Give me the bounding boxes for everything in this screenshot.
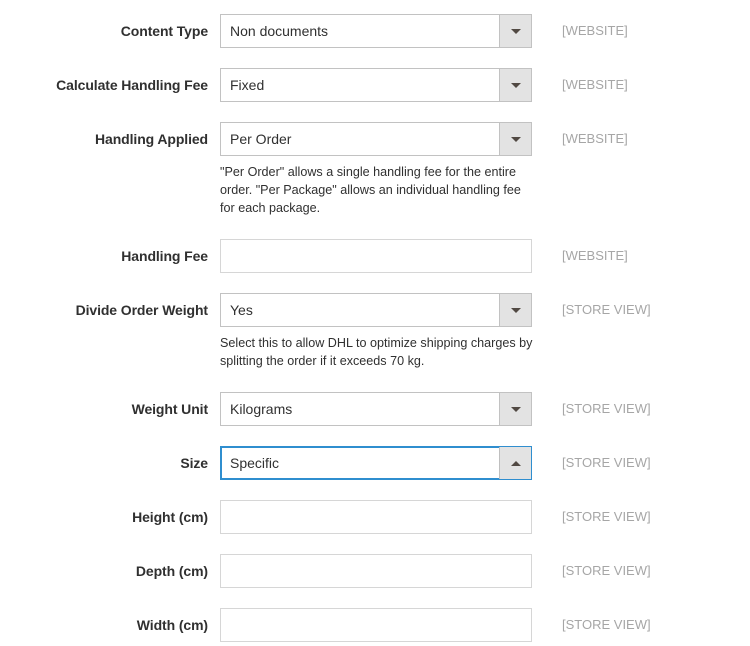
row-spacer [0, 102, 750, 122]
caret-up-glyph [511, 461, 521, 466]
field-label-size: Size [0, 446, 220, 480]
select-size[interactable]: Specific [220, 446, 532, 480]
select-weight-unit[interactable]: Kilograms [220, 392, 532, 426]
field-control-size: Specific [220, 446, 532, 480]
field-row-divide-order-weight: Divide Order WeightYesSelect this to all… [0, 293, 750, 370]
select-divide-order-weight[interactable]: Yes [220, 293, 532, 327]
select-value-weight-unit: Kilograms [221, 393, 499, 425]
field-row-size: SizeSpecific [STORE VIEW] [0, 446, 750, 480]
field-label-height-cm: Height (cm) [0, 500, 220, 534]
input-handling-fee[interactable] [220, 239, 532, 273]
field-label-weight-unit: Weight Unit [0, 392, 220, 426]
scope-label-size: [STORE VIEW] [532, 446, 651, 480]
row-spacer [0, 217, 750, 239]
field-row-width-cm: Width (cm) [STORE VIEW] [0, 608, 750, 642]
row-spacer [0, 48, 750, 68]
select-value-handling-applied: Per Order [221, 123, 499, 155]
field-label-width-cm: Width (cm) [0, 608, 220, 642]
row-spacer [0, 370, 750, 392]
scope-label-content-type: [WEBSITE] [532, 14, 628, 48]
row-spacer [0, 426, 750, 446]
field-control-weight-unit: Kilograms [220, 392, 532, 426]
select-handling-applied[interactable]: Per Order [220, 122, 532, 156]
field-row-content-type: Content TypeNon documents [WEBSITE] [0, 14, 750, 48]
chevron-down-icon[interactable] [499, 294, 531, 326]
row-spacer [0, 534, 750, 554]
input-depth-cm[interactable] [220, 554, 532, 588]
field-note-handling-applied: "Per Order" allows a single handling fee… [220, 163, 538, 217]
field-control-width-cm [220, 608, 532, 642]
scope-label-height-cm: [STORE VIEW] [532, 500, 651, 534]
field-row-weight-unit: Weight UnitKilograms [STORE VIEW] [0, 392, 750, 426]
select-content-type[interactable]: Non documents [220, 14, 532, 48]
field-row-calculate-handling-fee: Calculate Handling FeeFixed [WEBSITE] [0, 68, 750, 102]
field-control-handling-fee [220, 239, 532, 273]
select-value-divide-order-weight: Yes [221, 294, 499, 326]
field-control-handling-applied: Per Order"Per Order" allows a single han… [220, 122, 532, 217]
field-label-calculate-handling-fee: Calculate Handling Fee [0, 68, 220, 102]
field-label-depth-cm: Depth (cm) [0, 554, 220, 588]
field-label-content-type: Content Type [0, 14, 220, 48]
row-spacer [0, 273, 750, 293]
scope-label-divide-order-weight: [STORE VIEW] [532, 293, 651, 327]
select-value-calculate-handling-fee: Fixed [221, 69, 499, 101]
caret-down-glyph [511, 308, 521, 313]
chevron-down-icon[interactable] [499, 123, 531, 155]
shipping-method-settings-form: Content TypeNon documents[WEBSITE]Calcul… [0, 0, 750, 642]
caret-down-glyph [511, 407, 521, 412]
field-control-divide-order-weight: YesSelect this to allow DHL to optimize … [220, 293, 532, 370]
select-calculate-handling-fee[interactable]: Fixed [220, 68, 532, 102]
scope-label-weight-unit: [STORE VIEW] [532, 392, 651, 426]
input-height-cm[interactable] [220, 500, 532, 534]
row-spacer [0, 480, 750, 500]
field-control-depth-cm [220, 554, 532, 588]
select-value-content-type: Non documents [221, 15, 499, 47]
chevron-up-icon[interactable] [499, 447, 531, 479]
chevron-down-icon[interactable] [499, 69, 531, 101]
field-row-depth-cm: Depth (cm) [STORE VIEW] [0, 554, 750, 588]
field-control-calculate-handling-fee: Fixed [220, 68, 532, 102]
field-note-divide-order-weight: Select this to allow DHL to optimize shi… [220, 334, 538, 370]
field-control-height-cm [220, 500, 532, 534]
caret-down-glyph [511, 83, 521, 88]
scope-label-width-cm: [STORE VIEW] [532, 608, 651, 642]
scope-label-handling-applied: [WEBSITE] [532, 122, 628, 156]
scope-label-depth-cm: [STORE VIEW] [532, 554, 651, 588]
field-label-handling-fee: Handling Fee [0, 239, 220, 273]
select-value-size: Specific [221, 447, 499, 479]
caret-down-glyph [511, 137, 521, 142]
field-row-height-cm: Height (cm) [STORE VIEW] [0, 500, 750, 534]
caret-down-glyph [511, 29, 521, 34]
field-control-content-type: Non documents [220, 14, 532, 48]
scope-label-calculate-handling-fee: [WEBSITE] [532, 68, 628, 102]
row-spacer [0, 588, 750, 608]
field-row-handling-fee: Handling Fee [WEBSITE] [0, 239, 750, 273]
chevron-down-icon[interactable] [499, 393, 531, 425]
field-label-handling-applied: Handling Applied [0, 122, 220, 156]
input-width-cm[interactable] [220, 608, 532, 642]
field-label-divide-order-weight: Divide Order Weight [0, 293, 220, 327]
chevron-down-icon[interactable] [499, 15, 531, 47]
field-row-handling-applied: Handling AppliedPer Order"Per Order" all… [0, 122, 750, 217]
scope-label-handling-fee: [WEBSITE] [532, 239, 628, 273]
